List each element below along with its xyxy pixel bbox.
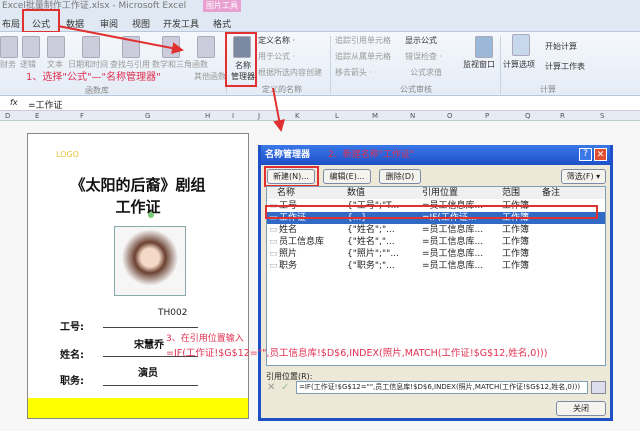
annotation-arrows [57, 25, 286, 132]
arrow-to-dialog [272, 87, 286, 132]
arrow-to-name-manager [57, 25, 184, 54]
